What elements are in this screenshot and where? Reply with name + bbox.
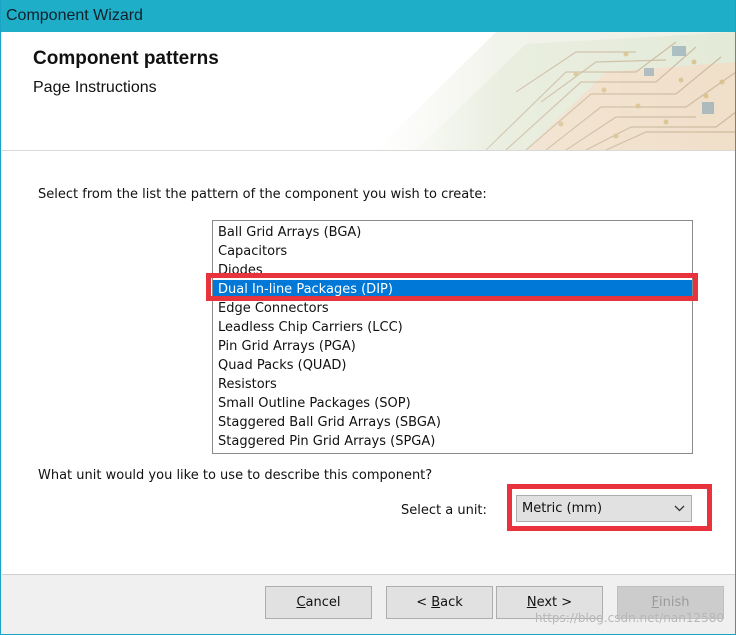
watermark-text: https://blog.csdn.net/nan12580 xyxy=(534,611,724,625)
page-title: Component patterns xyxy=(33,48,219,69)
back-button[interactable]: < Back xyxy=(386,586,493,619)
pattern-list-item[interactable]: Staggered Ball Grid Arrays (SBGA) xyxy=(213,413,692,432)
unit-select[interactable]: Metric (mm) xyxy=(516,495,692,522)
wizard-footer: Cancel < Back Next > Finish https://blog… xyxy=(2,574,735,634)
page-subtitle: Page Instructions xyxy=(33,79,157,96)
chevron-down-icon[interactable] xyxy=(667,496,691,521)
pattern-listbox[interactable]: Ball Grid Arrays (BGA) Capacitors Diodes Du… xyxy=(212,220,693,454)
pattern-list-item[interactable]: Capacitors xyxy=(213,242,692,261)
window-title: Component Wizard xyxy=(6,7,143,24)
pattern-list-item[interactable]: Ball Grid Arrays (BGA) xyxy=(213,223,692,242)
wizard-header: Component patterns Page Instructions xyxy=(2,32,735,151)
unit-select-value: Metric (mm) xyxy=(522,501,603,516)
pattern-list-item[interactable]: Edge Connectors xyxy=(213,299,692,318)
pattern-list-item[interactable]: Pin Grid Arrays (PGA) xyxy=(213,337,692,356)
pattern-list-item[interactable]: Diodes xyxy=(213,261,692,280)
unit-question: What unit would you like to use to descr… xyxy=(38,468,433,483)
component-wizard-window: Component Wizard Component patterns Page… xyxy=(0,0,736,635)
pattern-instruction: Select from the list the pattern of the … xyxy=(38,187,487,202)
wizard-content: Select from the list the pattern of the … xyxy=(2,151,735,574)
title-bar[interactable]: Component Wizard xyxy=(1,0,735,32)
pattern-list-item[interactable]: Resistors xyxy=(213,375,692,394)
unit-label: Select a unit: xyxy=(401,503,487,518)
pattern-list-item[interactable]: Small Outline Packages (SOP) xyxy=(213,394,692,413)
pattern-list-item[interactable]: Staggered Pin Grid Arrays (SPGA) xyxy=(213,432,692,451)
pattern-list-item[interactable]: Quad Packs (QUAD) xyxy=(213,356,692,375)
pattern-list-item[interactable]: Dual In-line Packages (DIP) xyxy=(213,280,692,299)
pattern-list-item[interactable]: Leadless Chip Carriers (LCC) xyxy=(213,318,692,337)
pcb-banner-image xyxy=(376,32,735,150)
cancel-button[interactable]: Cancel xyxy=(265,586,372,619)
